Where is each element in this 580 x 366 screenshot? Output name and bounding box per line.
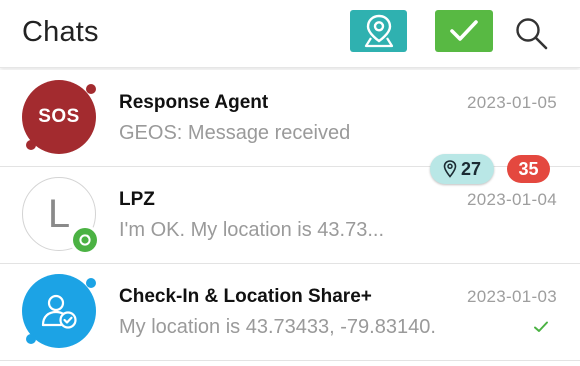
location-count: 27: [460, 158, 482, 179]
avatar-corner-dot: [26, 140, 36, 150]
unread-count-badge: 35: [507, 155, 550, 183]
app-header: Chats: [0, 0, 580, 68]
avatar-corner-dot: [86, 278, 96, 288]
location-map-button[interactable]: [350, 10, 407, 52]
chat-item-response-agent[interactable]: SOS Response Agent GEOS: Message receive…: [0, 70, 580, 167]
chat-date: 2023-01-03: [467, 287, 557, 306]
avatar-corner-dot: [26, 334, 36, 344]
search-button[interactable]: [512, 14, 552, 54]
avatar-text: SOS: [38, 106, 80, 127]
chat-item-lpz[interactable]: L LPZ I'm OK. My location is 43.73... 20…: [0, 167, 580, 264]
location-count-badge[interactable]: 27: [430, 154, 494, 184]
delivered-check-icon: [534, 321, 548, 332]
chat-name: LPZ: [119, 189, 155, 210]
chat-date: 2023-01-04: [467, 190, 557, 209]
map-pin-icon: [364, 14, 393, 48]
search-icon: [516, 18, 548, 50]
chat-preview: GEOS: Message received: [119, 122, 351, 144]
chat-preview: I'm OK. My location is 43.73...: [119, 219, 385, 241]
avatar-text: L: [47, 191, 71, 236]
chat-preview: My location is 43.73433, -79.83140.: [119, 316, 436, 338]
unread-count: 35: [518, 158, 539, 179]
checkmark-icon: [450, 20, 478, 41]
chat-name: Check-In & Location Share+: [119, 286, 372, 307]
user-check-icon: [41, 294, 77, 329]
presence-badge: [70, 225, 100, 255]
map-pin-icon: [443, 160, 457, 178]
sync-icon: [79, 234, 91, 246]
chat-name: Response Agent: [119, 92, 269, 113]
avatar-corner-dot: [86, 84, 96, 94]
chat-list: SOS Response Agent GEOS: Message receive…: [0, 70, 580, 361]
page-title: Chats: [22, 16, 99, 48]
chat-item-check-in-location-share[interactable]: Check-In & Location Share+ My location i…: [0, 264, 580, 361]
chat-date: 2023-01-05: [467, 93, 557, 112]
check-in-button[interactable]: [435, 10, 493, 52]
